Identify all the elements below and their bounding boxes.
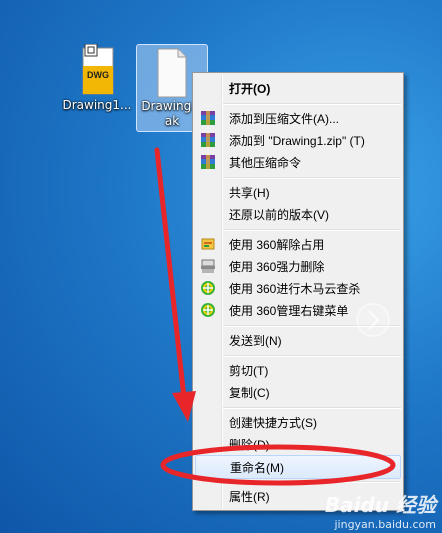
menu-separator: [223, 355, 401, 357]
menu-item-restore-versions[interactable]: 还原以前的版本(V): [195, 203, 401, 225]
menu-separator: [223, 229, 401, 231]
context-menu: 打开(O) 添加到压缩文件(A)... 添加到 "Drawing1.zip" (…: [192, 72, 404, 511]
menu-separator: [223, 407, 401, 409]
menu-separator: [223, 177, 401, 179]
desktop-icon-label: Drawing1...: [62, 98, 132, 112]
menu-item-delete[interactable]: 删除(D): [195, 433, 401, 455]
menu-item-open[interactable]: 打开(O): [195, 77, 401, 99]
menu-item-other-compress[interactable]: 其他压缩命令: [195, 151, 401, 173]
menu-separator: [223, 481, 401, 483]
unlock-icon: [201, 238, 215, 250]
winrar-icon: [201, 111, 215, 125]
shredder-icon: [201, 259, 215, 273]
menu-item-copy[interactable]: 复制(C): [195, 381, 401, 403]
blank-file-icon: [157, 48, 187, 98]
dwg-badge: DWG: [87, 70, 109, 80]
menu-item-rename[interactable]: 重命名(M): [195, 455, 401, 479]
menu-item-share[interactable]: 共享(H): [195, 181, 401, 203]
menu-item-create-shortcut[interactable]: 创建快捷方式(S): [195, 411, 401, 433]
dwg-file-icon: DWG: [82, 44, 114, 95]
menu-item-add-to-archive[interactable]: 添加到压缩文件(A)...: [195, 107, 401, 129]
menu-item-send-to[interactable]: 发送到(N): [195, 329, 401, 351]
annotation-arrow: [154, 147, 187, 401]
menu-item-360-trojan-scan[interactable]: 使用 360进行木马云查杀: [195, 277, 401, 299]
watermark-url: jingyan.baidu.com: [334, 518, 436, 531]
menu-item-360-force-delete[interactable]: 使用 360强力删除: [195, 255, 401, 277]
baidu-watermark: Baidu 经验 jingyan.baidu.com: [325, 489, 436, 531]
winrar-icon: [201, 155, 215, 169]
menu-item-360-manage-menu[interactable]: 使用 360管理右键菜单: [195, 299, 401, 321]
menu-separator: [223, 103, 401, 105]
menu-item-cut[interactable]: 剪切(T): [195, 359, 401, 381]
menu-item-add-to-zip[interactable]: 添加到 "Drawing1.zip" (T): [195, 129, 401, 151]
desktop-icon-dwg[interactable]: DWG Drawing1...: [62, 44, 132, 113]
watermark-brand: Baidu 经验: [324, 493, 436, 517]
winrar-icon: [201, 133, 215, 147]
menu-separator: [223, 325, 401, 327]
menu-item-360-unlock[interactable]: 使用 360解除占用: [195, 233, 401, 255]
desktop[interactable]: DWG Drawing1... Drawing1. ak 打开(O) 添加到压缩…: [0, 0, 442, 533]
360-icon: [201, 281, 215, 295]
360-icon: [201, 303, 215, 317]
